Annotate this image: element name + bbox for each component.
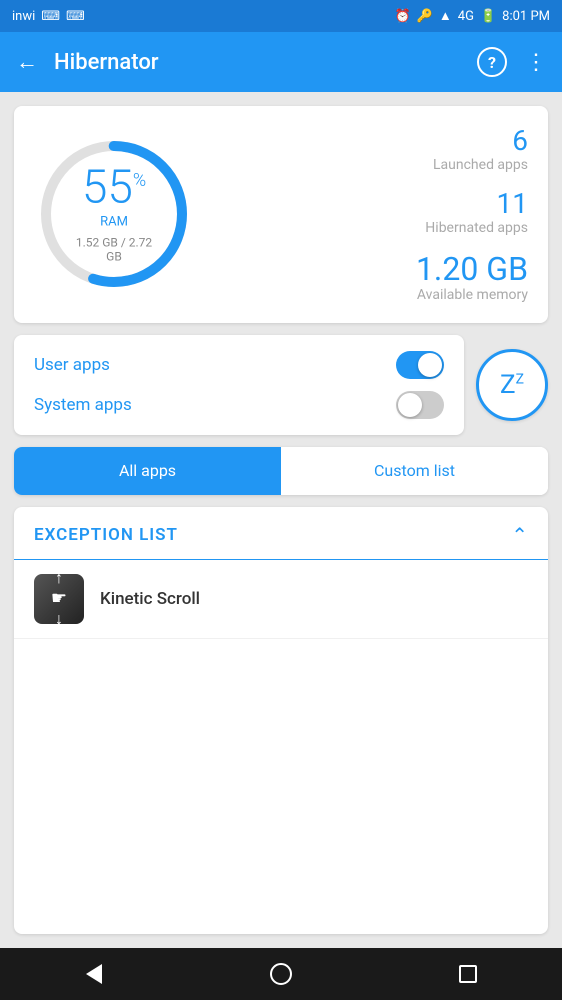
tab-row: All apps Custom list (14, 447, 548, 495)
time-label: 8:01 PM (502, 9, 550, 24)
system-apps-label: System apps (34, 395, 132, 415)
collapse-button[interactable]: ⌃ (511, 523, 528, 547)
stats-card: 55% RAM 1.52 GB / 2.72 GB 6 Launched app… (14, 106, 548, 323)
hibernated-value: 11 (214, 189, 528, 220)
back-button[interactable]: ← (16, 49, 38, 75)
stats-right: 6 Launched apps 11 Hibernated apps 1.20 … (214, 126, 528, 303)
controls-row: User apps System apps ZZ (14, 335, 548, 435)
launched-label: Launched apps (214, 157, 528, 173)
available-label: Available memory (214, 287, 528, 303)
toggle-card: User apps System apps (14, 335, 464, 435)
hibernated-apps-stat: 11 Hibernated apps (214, 189, 528, 236)
status-bar-left: inwi ⌨ ⌨ (12, 9, 85, 24)
key-icon: 🔑 (417, 9, 433, 24)
exception-card: Exception List ⌃ ↑ ☛ ↓ Kinetic Scroll (14, 507, 548, 934)
app-bar-actions: ? ⋮ (477, 47, 546, 77)
launched-value: 6 (214, 126, 528, 157)
available-memory-stat: 1.20 GB Available memory (214, 252, 528, 303)
system-apps-toggle[interactable] (396, 391, 444, 419)
available-value: 1.20 GB (214, 252, 528, 287)
app-title: Hibernator (54, 50, 477, 75)
recent-nav-icon (459, 965, 477, 983)
user-apps-label: User apps (34, 355, 110, 375)
more-button[interactable]: ⋮ (525, 50, 546, 75)
tab-custom-list[interactable]: Custom list (281, 447, 548, 495)
exception-header: Exception List ⌃ (14, 507, 548, 560)
ram-label: RAM (74, 215, 154, 230)
carrier-label: inwi (12, 9, 35, 24)
launched-apps-stat: 6 Launched apps (214, 126, 528, 173)
alarm-icon: ⏰ (395, 9, 411, 24)
user-apps-row: User apps (34, 351, 444, 379)
main-content: 55% RAM 1.52 GB / 2.72 GB 6 Launched app… (0, 92, 562, 948)
signal-icon: 4G (458, 9, 474, 24)
sleep-icon: ZZ (500, 370, 524, 400)
battery-icon: 🔋 (480, 9, 496, 24)
nav-back-button[interactable] (69, 956, 119, 992)
kinetic-scroll-name: Kinetic Scroll (100, 589, 200, 609)
exception-item-kinetic-scroll: ↑ ☛ ↓ Kinetic Scroll (14, 560, 548, 639)
ram-usage: 1.52 GB / 2.72 GB (74, 236, 154, 264)
kinetic-scroll-icon: ↑ ☛ ↓ (34, 574, 84, 624)
exception-title: Exception List (34, 525, 178, 545)
hibernated-label: Hibernated apps (214, 220, 528, 236)
nav-home-button[interactable] (256, 956, 306, 992)
down-arrow-icon: ↓ (55, 611, 63, 624)
app-bar: ← Hibernator ? ⋮ (0, 32, 562, 92)
bottom-nav (0, 948, 562, 1000)
status-bar: inwi ⌨ ⌨ ⏰ 🔑 ▲ 4G 🔋 8:01 PM (0, 0, 562, 32)
system-apps-knob (398, 393, 422, 417)
back-nav-icon (86, 964, 102, 984)
home-nav-icon (270, 963, 292, 985)
usb-icon: ⌨ (41, 9, 60, 24)
user-apps-knob (418, 353, 442, 377)
nav-recent-button[interactable] (443, 956, 493, 992)
sleep-button[interactable]: ZZ (476, 349, 548, 421)
ram-percent: 55% (74, 165, 154, 211)
status-bar-right: ⏰ 🔑 ▲ 4G 🔋 8:01 PM (395, 8, 550, 24)
ram-circle: 55% RAM 1.52 GB / 2.72 GB (34, 134, 194, 294)
help-button[interactable]: ? (477, 47, 507, 77)
up-arrow-icon: ↑ (55, 574, 63, 587)
tab-all-apps[interactable]: All apps (14, 447, 281, 495)
system-apps-row: System apps (34, 391, 444, 419)
wifi-icon: ▲ (439, 8, 452, 24)
hand-icon: ☛ (51, 588, 67, 609)
usb2-icon: ⌨ (66, 9, 85, 24)
user-apps-toggle[interactable] (396, 351, 444, 379)
